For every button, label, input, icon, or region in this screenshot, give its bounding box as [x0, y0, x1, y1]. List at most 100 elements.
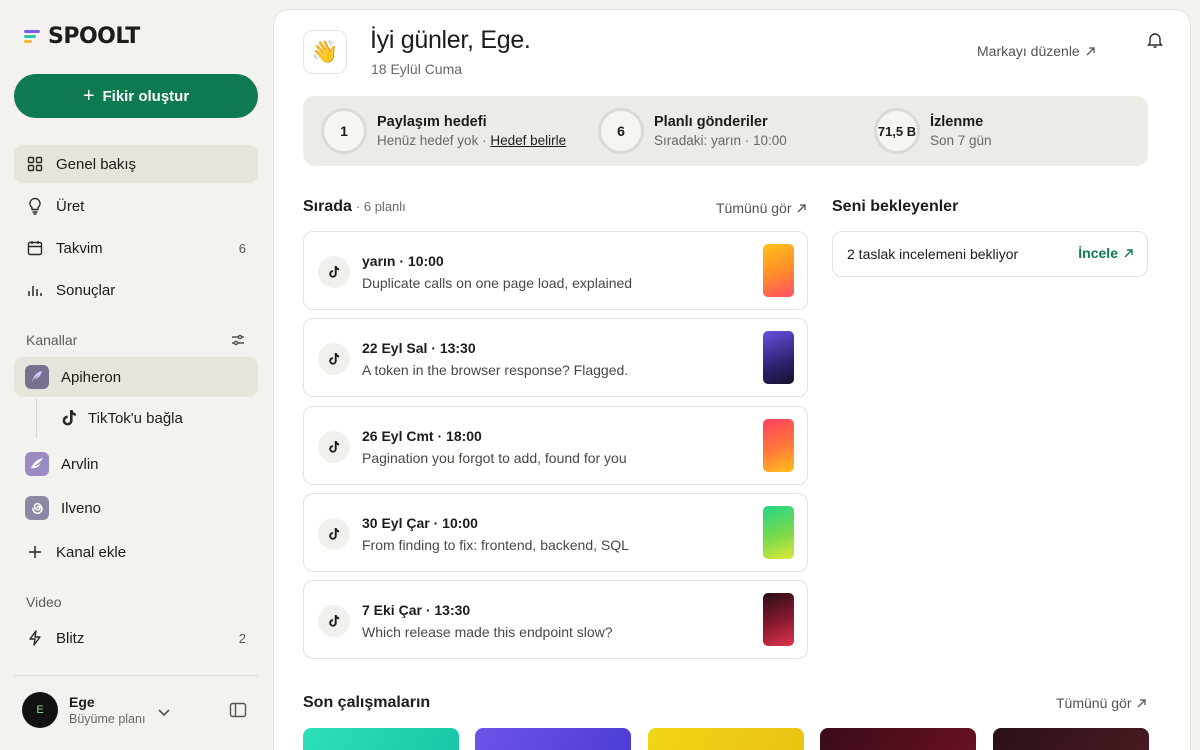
queue-title: Sırada	[303, 198, 352, 215]
see-all-label: Tümünü gör	[716, 200, 792, 216]
grid-icon	[26, 155, 44, 173]
awaiting-section-title: Seni bekleyenler	[832, 198, 959, 215]
queue-item-time: 22 Eyl Sal · 13:30	[362, 340, 476, 356]
page-title: İyi günler, Ege.	[370, 26, 531, 54]
tiktok-icon	[318, 431, 350, 463]
sidebar-item-label: Genel bakış	[56, 155, 137, 173]
calendar-count-badge: 6	[238, 240, 246, 256]
queue-item-time: 26 Eyl Cmt · 18:00	[362, 428, 482, 444]
sidebar-channel-apiheron[interactable]: Apiheron	[14, 357, 258, 397]
stat-title: Planlı gönderiler	[654, 114, 768, 130]
stat-sub: Son 7 gün	[930, 133, 992, 148]
wave-icon: 👋	[303, 30, 347, 74]
connect-tiktok-link[interactable]: TikTok'u bağla	[48, 399, 258, 437]
queue-section-title: Sırada · 6 planlı	[303, 198, 406, 216]
queue-item[interactable]: 30 Eyl Çar · 10:00 From finding to fix: …	[303, 493, 808, 572]
user-plan: Büyüme planı	[69, 712, 146, 726]
sidebar-toggle-icon[interactable]	[229, 702, 247, 723]
queue-item-title: From finding to fix: frontend, backend, …	[362, 537, 629, 553]
spiral-icon	[25, 496, 49, 520]
current-date: 18 Eylül Cuma	[371, 61, 463, 77]
sidebar: SPOOLT + Fikir oluştur Genel bakış Üret …	[0, 0, 272, 750]
logo-mark-icon	[24, 29, 40, 44]
create-idea-label: Fikir oluştur	[102, 87, 190, 105]
sidebar-item-label: Ilveno	[61, 499, 102, 517]
recent-work-thumbnail[interactable]	[820, 728, 976, 750]
channel-tree-line	[36, 398, 37, 438]
queue-item[interactable]: yarın · 10:00 Duplicate calls on one pag…	[303, 231, 808, 310]
plus-icon	[26, 543, 44, 561]
feather-icon	[25, 365, 49, 389]
see-all-label: Tümünü gör	[1056, 695, 1132, 711]
queue-item[interactable]: 7 Eki Çar · 13:30 Which release made thi…	[303, 580, 808, 659]
blitz-count-badge: 2	[238, 630, 246, 646]
recent-work-thumbnail[interactable]	[993, 728, 1149, 750]
stat-views: 71,5 B İzlenme Son 7 gün	[874, 108, 992, 154]
sidebar-item-label: TikTok'u bağla	[88, 409, 183, 427]
sidebar-item-label: Kanal ekle	[56, 543, 127, 561]
stat-sub: Sıradaki: yarın · 10:00	[654, 133, 787, 148]
arrow-up-right-icon	[1124, 245, 1133, 261]
awaiting-card: 2 taslak incelemeni bekliyor İncele	[832, 231, 1148, 277]
calendar-icon	[26, 239, 44, 257]
stat-ring: 71,5 B	[874, 108, 920, 154]
lightbulb-icon	[26, 197, 44, 215]
sidebar-item-label: Blitz	[56, 629, 85, 647]
add-channel-button[interactable]: Kanal ekle	[14, 533, 258, 571]
queue-item-thumbnail	[763, 593, 794, 646]
sidebar-channel-ilveno[interactable]: Ilveno	[14, 489, 258, 527]
sidebar-item-results[interactable]: Sonuçlar	[14, 271, 258, 309]
queue-count: · 6 planlı	[355, 199, 406, 214]
sliders-icon[interactable]	[231, 333, 245, 351]
queue-item-thumbnail	[763, 506, 794, 559]
recent-work-thumbnail[interactable]	[475, 728, 631, 750]
tiktok-icon	[318, 605, 350, 637]
sidebar-item-overview[interactable]: Genel bakış	[14, 145, 258, 183]
stat-sub: Henüz hedef yok ·	[377, 133, 491, 148]
bolt-icon	[26, 629, 44, 647]
stat-ring: 6	[598, 108, 644, 154]
review-button[interactable]: İncele	[1078, 245, 1133, 261]
create-idea-button[interactable]: + Fikir oluştur	[14, 74, 258, 118]
queue-item[interactable]: 26 Eyl Cmt · 18:00 Pagination you forgot…	[303, 406, 808, 485]
stat-share-goal: 1 Paylaşım hedefi Henüz hedef yok · Hede…	[321, 108, 566, 154]
queue-item-thumbnail	[763, 331, 794, 384]
arrow-up-right-icon	[1086, 43, 1095, 59]
plus-icon: +	[82, 85, 95, 107]
avatar: E	[22, 692, 58, 728]
video-section-label: Video	[26, 594, 62, 610]
wing-icon	[25, 452, 49, 476]
edit-brand-link[interactable]: Markayı düzenle	[977, 43, 1095, 59]
queue-item-title: Which release made this endpoint slow?	[362, 624, 613, 640]
logo[interactable]: SPOOLT	[24, 24, 140, 49]
recent-section-title: Son çalışmaların	[303, 694, 431, 711]
sidebar-item-label: Sonuçlar	[56, 281, 116, 299]
sidebar-item-blitz[interactable]: Blitz 2	[14, 619, 258, 657]
queue-item-time: 30 Eyl Çar · 10:00	[362, 515, 478, 531]
recent-see-all-link[interactable]: Tümünü gör	[1056, 695, 1147, 711]
sidebar-item-calendar[interactable]: Takvim 6	[14, 229, 258, 267]
sidebar-item-generate[interactable]: Üret	[14, 187, 258, 225]
queue-item-thumbnail	[763, 419, 794, 472]
edit-brand-label: Markayı düzenle	[977, 43, 1080, 59]
recent-work-thumbnail[interactable]	[648, 728, 804, 750]
user-name: Ege	[69, 694, 95, 710]
chevron-down-icon[interactable]	[158, 704, 170, 722]
sidebar-item-label: Takvim	[56, 239, 103, 257]
bell-icon[interactable]	[1147, 31, 1163, 54]
recent-work-thumbnail[interactable]	[303, 728, 459, 750]
sidebar-item-label: Arvlin	[61, 455, 99, 473]
stats-bar: 1 Paylaşım hedefi Henüz hedef yok · Hede…	[303, 96, 1148, 166]
sidebar-channel-arvlin[interactable]: Arvlin	[14, 445, 258, 483]
queue-item-time: yarın · 10:00	[362, 253, 444, 269]
sidebar-item-label: Apiheron	[61, 368, 122, 386]
stat-title: Paylaşım hedefi	[377, 114, 487, 130]
queue-see-all-link[interactable]: Tümünü gör	[716, 200, 807, 216]
review-label: İncele	[1078, 245, 1118, 261]
set-goal-link[interactable]: Hedef belirle	[490, 133, 566, 148]
arrow-up-right-icon	[1137, 695, 1147, 711]
user-menu[interactable]: E Ege Büyüme planı	[22, 692, 145, 728]
sidebar-divider	[14, 675, 258, 676]
tiktok-icon	[318, 343, 350, 375]
queue-item[interactable]: 22 Eyl Sal · 13:30 A token in the browse…	[303, 318, 808, 397]
